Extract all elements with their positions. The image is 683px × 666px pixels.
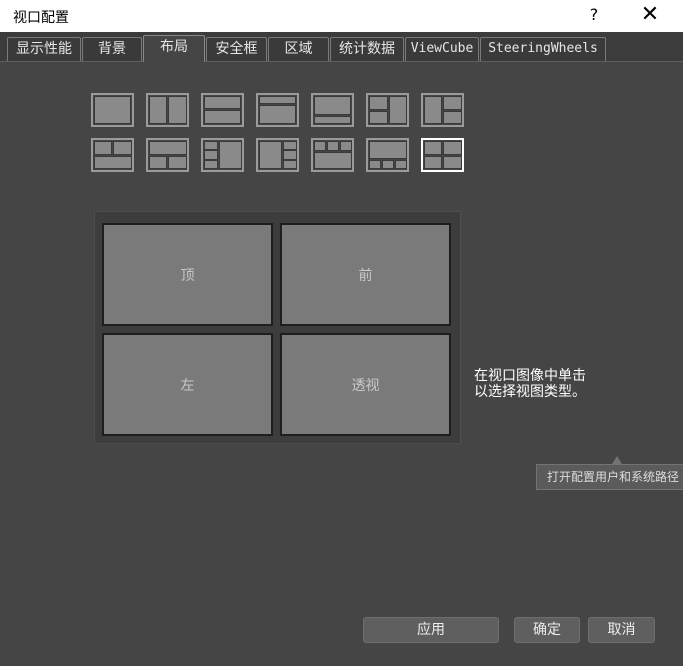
tab-display-performance[interactable]: 显示性能 (7, 37, 81, 61)
layout-option-single[interactable] (91, 93, 134, 127)
layout-cell (389, 96, 407, 124)
layout-option-small-bottom[interactable] (311, 93, 354, 127)
layout-option-three-top-one-bottom[interactable] (311, 138, 354, 172)
layout-cell (204, 96, 241, 109)
tab-statistics[interactable]: 统计数据 (330, 37, 404, 61)
layout-cell (424, 156, 442, 169)
layout-cell (327, 141, 339, 151)
layout-option-one-top-three-bottom[interactable] (366, 138, 409, 172)
layout-option-one-top-two-bottom[interactable] (146, 138, 189, 172)
title-bar: 视口配置 ? ✕ (0, 0, 683, 32)
tab-layout[interactable]: 布局 (143, 35, 205, 62)
tab-bar: 显示性能 背景 布局 安全框 区域 统计数据 ViewCube Steering… (0, 32, 683, 62)
layout-cell (369, 160, 381, 169)
help-button[interactable]: ? (586, 5, 602, 24)
tooltip-arrow-icon (612, 456, 622, 464)
tab-background[interactable]: 背景 (82, 37, 142, 61)
layout-cell (340, 141, 352, 151)
layout-option-two-horizontal[interactable] (201, 93, 244, 127)
layout-option-four-grid[interactable] (421, 138, 464, 172)
layout-cell (395, 160, 407, 169)
tab-safe-frames[interactable]: 安全框 (206, 37, 267, 61)
layout-cell (369, 141, 407, 159)
viewport-perspective[interactable]: 透视 (280, 333, 451, 436)
layout-cell (149, 96, 167, 124)
window-title: 视口配置 (13, 10, 69, 26)
apply-button[interactable]: 应用 (363, 617, 499, 643)
layout-cell (259, 141, 282, 169)
viewport-front-label: 前 (358, 267, 373, 284)
layout-cell (259, 96, 296, 104)
layout-cell (424, 141, 442, 155)
viewport-left[interactable]: 左 (102, 333, 273, 436)
layout-cell (382, 160, 394, 169)
layout-option-two-left-one-right[interactable] (366, 93, 409, 127)
layout-cell (369, 111, 388, 124)
layout-option-one-left-two-right[interactable] (421, 93, 464, 127)
layout-cell (314, 96, 351, 115)
layout-cell (149, 156, 167, 169)
layout-cell (443, 96, 462, 110)
viewport-front[interactable]: 前 (280, 223, 451, 326)
tab-steeringwheels[interactable]: SteeringWheels (480, 37, 606, 61)
layout-cell (443, 141, 462, 155)
layout-cell (314, 152, 352, 169)
layout-option-two-vertical[interactable] (146, 93, 189, 127)
layout-cell (314, 141, 326, 151)
layout-cell (149, 141, 187, 155)
layout-option-three-left-one-right[interactable] (201, 138, 244, 172)
layout-cell (113, 141, 132, 155)
layout-cell (204, 160, 218, 169)
layout-cell (204, 141, 218, 150)
layout-cell (204, 110, 241, 124)
layout-option-one-left-three-right[interactable] (256, 138, 299, 172)
viewport-top-label: 顶 (180, 267, 195, 284)
layout-cell (283, 160, 297, 169)
layout-option-two-top-one-bottom[interactable] (91, 138, 134, 172)
viewport-top[interactable]: 顶 (102, 223, 273, 326)
layout-cell (369, 96, 388, 110)
layout-cell (168, 96, 187, 124)
layout-cell (283, 141, 297, 150)
layout-cell (94, 141, 112, 155)
layout-cell (283, 150, 297, 160)
tooltip: 打开配置用户和系统路径 (536, 464, 683, 490)
layout-cell (443, 156, 462, 169)
tab-regions[interactable]: 区域 (268, 37, 329, 61)
layout-cell (443, 111, 462, 124)
layout-cell (219, 141, 242, 169)
layout-cell (424, 96, 442, 124)
layout-cell (314, 116, 351, 124)
viewport-preview: 顶 前 左 透视 (94, 211, 461, 444)
viewport-perspective-label: 透视 (351, 377, 380, 394)
layout-option-small-top[interactable] (256, 93, 299, 127)
layout-cell (94, 156, 132, 169)
ok-button[interactable]: 确定 (514, 617, 580, 643)
layout-cell (94, 96, 131, 124)
close-button[interactable]: ✕ (638, 2, 662, 28)
layout-cell (204, 150, 218, 160)
viewport-left-label: 左 (180, 377, 195, 394)
layout-cell (168, 156, 187, 169)
cancel-button[interactable]: 取消 (588, 617, 655, 643)
layout-cell (259, 105, 296, 124)
viewport-hint-text: 在视口图像中单击以选择视图类型。 (474, 368, 586, 400)
tab-viewcube[interactable]: ViewCube (405, 37, 479, 61)
